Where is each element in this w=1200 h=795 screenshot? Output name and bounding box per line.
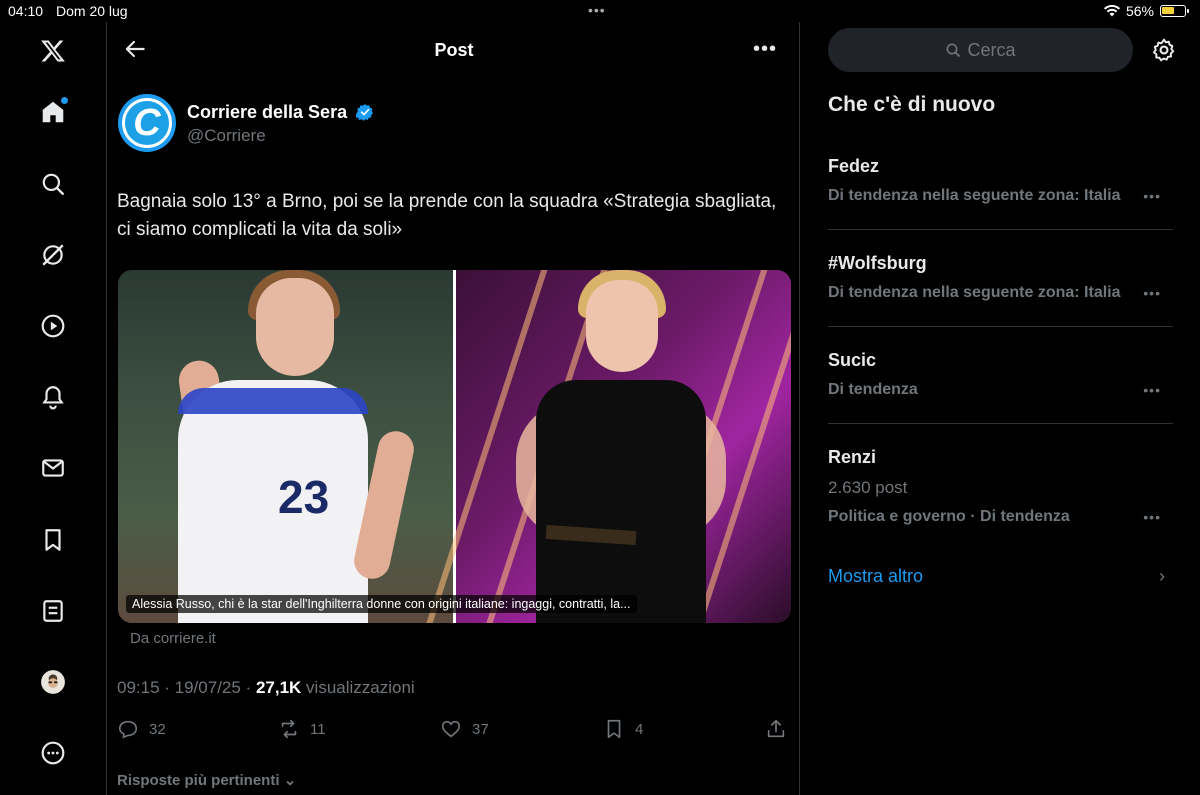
link-card-image[interactable]: 23 Alessia Russo, chi è la star dell'Ing… bbox=[118, 270, 791, 623]
repost-button[interactable]: 11 bbox=[278, 718, 326, 740]
right-panel: Cerca Che c'è di nuovo Fedez Di tendenza… bbox=[801, 22, 1200, 795]
like-count: 37 bbox=[472, 720, 489, 738]
status-time: 04:10 bbox=[8, 3, 44, 19]
replies-sort-label: Risposte più pertinenti bbox=[117, 772, 280, 789]
trend-name: Renzi bbox=[828, 447, 877, 467]
author-avatar[interactable]: C bbox=[118, 94, 176, 152]
author-name[interactable]: Corriere della Sera bbox=[187, 102, 347, 123]
photo-detail bbox=[178, 388, 368, 414]
trend-item[interactable]: Renzi 2.630 post Politica e governo · Di… bbox=[828, 447, 1173, 537]
trend-more-icon[interactable]: ••• bbox=[1143, 285, 1161, 301]
link-source[interactable]: Da corriere.it bbox=[130, 630, 216, 647]
trend-more-icon[interactable]: ••• bbox=[1143, 382, 1161, 398]
trend-item[interactable]: Sucic Di tendenza ••• bbox=[828, 350, 1173, 424]
share-button[interactable] bbox=[765, 718, 787, 740]
chevron-right-icon: › bbox=[1159, 566, 1165, 586]
lists-icon[interactable] bbox=[38, 596, 68, 626]
grok-icon[interactable] bbox=[38, 240, 68, 270]
x-logo-icon[interactable] bbox=[38, 36, 68, 66]
like-button[interactable]: 37 bbox=[440, 718, 489, 740]
photo-detail bbox=[256, 278, 334, 376]
post-more-icon[interactable]: ••• bbox=[753, 38, 777, 61]
trend-item[interactable]: Fedez Di tendenza nella seguente zona: I… bbox=[828, 156, 1173, 230]
status-date: Dom 20 lug bbox=[56, 3, 128, 19]
bookmark-button[interactable]: 4 bbox=[603, 718, 643, 740]
trend-more-icon[interactable]: ••• bbox=[1143, 188, 1161, 204]
photo-detail bbox=[178, 380, 368, 623]
search-icon bbox=[947, 43, 961, 57]
video-icon[interactable] bbox=[38, 311, 68, 341]
photo-footballer: 23 bbox=[118, 270, 453, 623]
photo-detail bbox=[586, 280, 658, 372]
notification-dot bbox=[61, 97, 68, 104]
profile-avatar-icon[interactable] bbox=[38, 667, 68, 697]
battery-percentage: 56% bbox=[1125, 3, 1154, 19]
page-title: Post bbox=[434, 40, 474, 60]
home-icon[interactable] bbox=[38, 97, 68, 127]
bookmark-count: 4 bbox=[635, 720, 644, 738]
sidebar bbox=[0, 22, 107, 795]
trend-post-count: 2.630 post bbox=[828, 478, 908, 497]
notifications-bell-icon[interactable] bbox=[38, 382, 68, 412]
link-card-title: Alessia Russo, chi è la star dell'Inghil… bbox=[126, 595, 637, 613]
trend-context: Di tendenza bbox=[828, 381, 918, 398]
multitasking-dots-icon[interactable]: ••• bbox=[588, 2, 606, 18]
post-actions: 32 11 37 4 bbox=[117, 718, 789, 748]
photo-detail bbox=[536, 380, 706, 623]
repost-icon bbox=[281, 719, 297, 739]
messages-envelope-icon[interactable] bbox=[38, 453, 68, 483]
avatar-letter: C bbox=[122, 98, 172, 148]
trend-name: Sucic bbox=[828, 350, 877, 370]
search-icon[interactable] bbox=[38, 169, 68, 199]
reply-count: 32 bbox=[149, 720, 166, 738]
verified-badge-icon bbox=[356, 104, 374, 121]
wifi-icon bbox=[1103, 5, 1120, 17]
battery-icon bbox=[1160, 5, 1189, 17]
trend-item[interactable]: #Wolfsburg Di tendenza nella seguente zo… bbox=[828, 253, 1173, 327]
trend-context: Di tendenza nella seguente zona: Italia bbox=[828, 187, 1121, 204]
post-meta: 09:15 · 19/07/25 · 27,1K visualizzazioni bbox=[117, 678, 415, 698]
reply-icon bbox=[118, 720, 138, 739]
jersey-number: 23 bbox=[278, 471, 330, 523]
trend-more-icon[interactable]: ••• bbox=[1143, 509, 1161, 525]
bookmarks-icon[interactable] bbox=[38, 525, 68, 555]
bookmark-icon bbox=[607, 719, 621, 739]
post-text: Bagnaia solo 13° a Brno, poi se la prend… bbox=[117, 191, 777, 240]
post-detail-column: Post ••• C Corriere della Sera @Corriere… bbox=[108, 22, 800, 795]
views-label: visualizzazioni bbox=[301, 678, 415, 697]
search-input[interactable]: Cerca bbox=[828, 28, 1133, 72]
trend-context: Politica e governo · Di tendenza bbox=[828, 508, 1070, 525]
more-options-icon[interactable] bbox=[38, 738, 68, 768]
trend-context: Di tendenza nella seguente zona: Italia bbox=[828, 284, 1121, 301]
status-right: 56% bbox=[1103, 3, 1189, 19]
show-more-link[interactable]: Mostra altro bbox=[828, 566, 923, 587]
share-icon bbox=[767, 719, 785, 738]
status-bar: 04:10 Dom 20 lug ••• 56% bbox=[0, 0, 1200, 22]
author-handle[interactable]: @Corriere bbox=[187, 126, 266, 146]
reply-button[interactable]: 32 bbox=[117, 718, 166, 740]
trend-name: Fedez bbox=[828, 156, 880, 176]
chevron-down-icon: ⌄ bbox=[283, 772, 297, 789]
replies-sort-dropdown[interactable]: Risposte più pertinenti ⌄ bbox=[117, 771, 296, 789]
photo-award-ceremony bbox=[421, 270, 791, 623]
settings-gear-icon[interactable] bbox=[1151, 37, 1177, 63]
views-count: 27,1K bbox=[255, 678, 302, 697]
post-timestamp[interactable]: 09:15 · 19/07/25 · bbox=[117, 678, 256, 697]
repost-count: 11 bbox=[310, 720, 326, 738]
search-placeholder: Cerca bbox=[967, 39, 1016, 60]
heart-icon bbox=[441, 720, 461, 738]
trends-title: Che c'è di nuovo bbox=[828, 93, 996, 116]
trend-name: #Wolfsburg bbox=[828, 253, 927, 273]
